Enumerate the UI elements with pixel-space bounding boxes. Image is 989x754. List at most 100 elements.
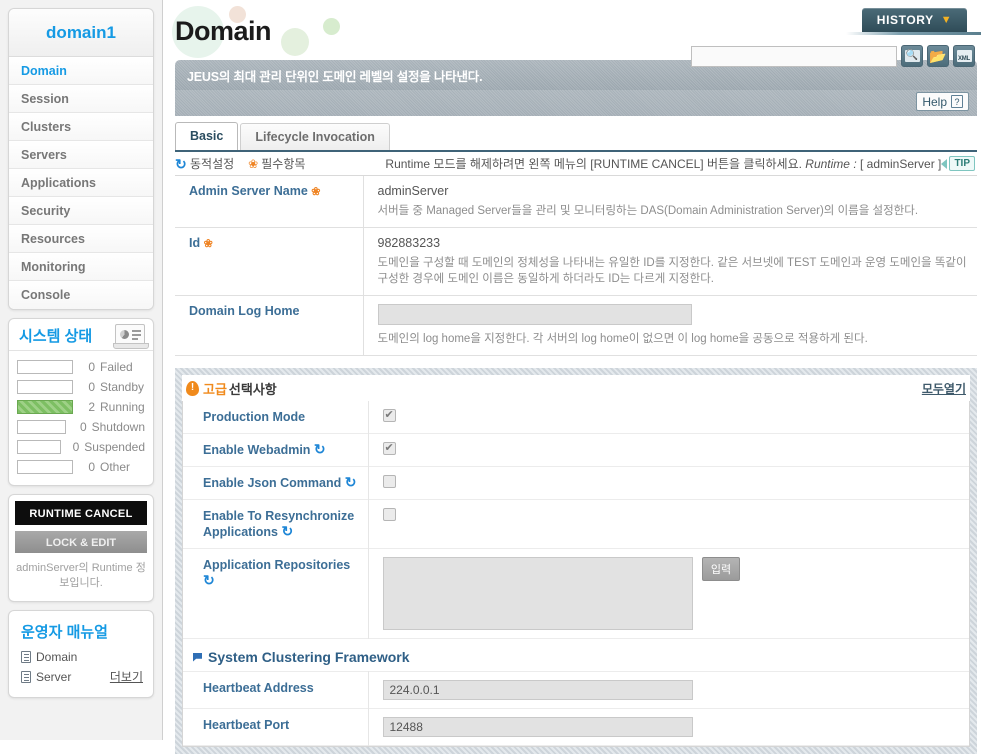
table-row: Admin Server Name ❀ adminServer 서버들 중 Ma… (175, 176, 977, 228)
sidebar-item-session[interactable]: Session (9, 85, 153, 113)
advanced-options-section: ! 고급 선택사항 모두열기 Production Mode Enable We… (175, 368, 977, 754)
runtime-actions-panel: RUNTIME CANCEL LOCK & EDIT adminServer의 … (8, 494, 154, 602)
subsection-title: System Clustering Framework (208, 649, 410, 665)
sync-icon (314, 442, 326, 454)
question-mark-icon: ? (951, 95, 963, 108)
document-icon (21, 670, 31, 683)
runtime-cancel-button[interactable]: RUNTIME CANCEL (15, 501, 147, 525)
history-underline (846, 32, 981, 35)
main-content: Domain HISTORY ▼ 🔍 📂 XML JEUS의 최대 관리 단위인… (163, 0, 989, 754)
enable-webadmin-checkbox[interactable] (382, 441, 396, 455)
sidebar-item-applications[interactable]: Applications (9, 169, 153, 197)
status-label: Other (100, 460, 131, 474)
asterisk-icon: ❀ (248, 156, 259, 171)
tip-badge[interactable]: TIP (949, 156, 975, 171)
heartbeat-address-input[interactable] (382, 680, 693, 700)
field-label-production-mode: Production Mode (183, 401, 369, 434)
operator-manual-title: 운영자 매뉴얼 (21, 624, 108, 641)
search-icon[interactable]: 🔍 (901, 45, 923, 67)
sidebar-item-domain[interactable]: Domain (9, 57, 153, 85)
system-status-title: 시스템 상태 (19, 327, 93, 345)
heartbeat-port-input[interactable] (382, 717, 693, 737)
history-label: HISTORY (876, 13, 934, 27)
advanced-options-header: ! 고급 선택사항 모두열기 (182, 375, 970, 401)
sidebar-item-clusters[interactable]: Clusters (9, 113, 153, 141)
sidebar-item-resources[interactable]: Resources (9, 225, 153, 253)
status-row: 0 Other (17, 457, 145, 477)
help-label: Help (922, 94, 947, 109)
search-input[interactable] (691, 45, 897, 67)
status-bar (17, 420, 67, 434)
label-text: Domain Log Home (189, 304, 300, 318)
open-all-link[interactable]: 모두열기 (922, 380, 966, 397)
sidebar-item-servers[interactable]: Servers (9, 141, 153, 169)
legend-runtime-key: Runtime : (805, 157, 857, 171)
xml-export-icon[interactable]: XML (953, 45, 975, 67)
runtime-note: adminServer의 Runtime 정보입니다. (16, 562, 146, 589)
field-label-heartbeat-address: Heartbeat Address (183, 671, 369, 709)
table-row: Id ❀ 982883233 도메인을 구성할 때 도메인의 정체성을 나타내는… (175, 227, 977, 296)
decoration-circle (323, 18, 340, 35)
label-text: Enable To Resynchronize Applications (203, 509, 355, 539)
history-button[interactable]: HISTORY ▼ (862, 8, 967, 32)
status-row: 0 Standby (17, 377, 145, 397)
help-bar: Help ? (175, 90, 977, 116)
sync-icon (203, 573, 215, 585)
monitor-chart-icon (113, 324, 149, 349)
label-text: Heartbeat Address (203, 681, 314, 695)
sidebar-item-security[interactable]: Security (9, 197, 153, 225)
subsection-header-row: System Clustering Framework (183, 639, 969, 672)
decoration-circle (281, 28, 309, 56)
tab-lifecycle-invocation[interactable]: Lifecycle Invocation (240, 123, 390, 150)
table-row: Production Mode (183, 401, 969, 434)
manual-item-label: Server (36, 669, 72, 684)
field-value-admin-server-name: adminServer (377, 184, 449, 198)
status-label: Standby (100, 380, 145, 394)
status-count: 0 (88, 460, 95, 474)
help-button[interactable]: Help ? (916, 92, 969, 111)
production-mode-checkbox[interactable] (382, 408, 396, 422)
legend-note-prefix: Runtime 모드를 해제하려면 왼쪽 메뉴의 [RUNTIME CANCEL… (385, 157, 802, 171)
status-count: 0 (88, 380, 95, 394)
search-bar: 🔍 📂 XML (691, 45, 975, 67)
domain-log-home-input[interactable] (377, 304, 692, 325)
required-asterisk-icon: ❀ (203, 238, 213, 250)
field-label-admin-server-name: Admin Server Name ❀ (175, 176, 364, 228)
sidebar-domain-title: domain1 (9, 9, 153, 57)
status-row: 0 Failed (17, 357, 145, 377)
manual-more-link[interactable]: 더보기 (110, 668, 143, 685)
field-desc: 도메인의 log home을 지정한다. 각 서버의 log home이 없으면… (377, 333, 868, 345)
manual-item-domain[interactable]: Domain (9, 648, 153, 666)
field-label-enable-resynchronize-applications: Enable To Resynchronize Applications (183, 499, 369, 549)
table-row: Enable Webadmin (183, 433, 969, 467)
status-count: 2 (88, 400, 95, 414)
sync-icon (282, 524, 294, 536)
page-title: Domain (175, 16, 272, 46)
table-row: Enable To Resynchronize Applications (183, 499, 969, 549)
advanced-title-rest: 선택사항 (228, 381, 277, 397)
application-repositories-add-button[interactable]: 입력 (701, 557, 741, 581)
tip-indicator: TIP (941, 156, 977, 171)
advanced-title-accent: 고급 (203, 381, 227, 397)
label-text: Enable Webadmin (203, 443, 311, 457)
sidebar-item-monitoring[interactable]: Monitoring (9, 253, 153, 281)
enable-json-command-checkbox[interactable] (382, 475, 396, 488)
field-desc: 서버들 중 Managed Server들을 관리 및 모니터링하는 DAS(D… (377, 205, 919, 217)
tab-basic[interactable]: Basic (175, 122, 239, 150)
label-text: Heartbeat Port (203, 718, 290, 732)
manual-item-server[interactable]: Server 더보기 (9, 666, 153, 687)
advanced-options-body: Production Mode Enable Webadmin (182, 401, 970, 747)
manual-item-label: Domain (36, 650, 78, 664)
field-label-id: Id ❀ (175, 227, 364, 296)
lock-and-edit-button[interactable]: LOCK & EDIT (15, 531, 147, 553)
sync-folder-icon[interactable]: 📂 (927, 45, 949, 67)
exclamation-icon: ! (186, 380, 199, 396)
status-label: Suspended (84, 440, 145, 454)
sidebar-item-console[interactable]: Console (9, 281, 153, 309)
application-repositories-textarea[interactable] (382, 557, 693, 630)
enable-resynchronize-applications-checkbox[interactable] (382, 508, 396, 521)
document-icon (21, 651, 31, 663)
label-text: Id (189, 236, 201, 250)
status-label: Failed (100, 360, 133, 374)
status-bar (17, 460, 73, 474)
